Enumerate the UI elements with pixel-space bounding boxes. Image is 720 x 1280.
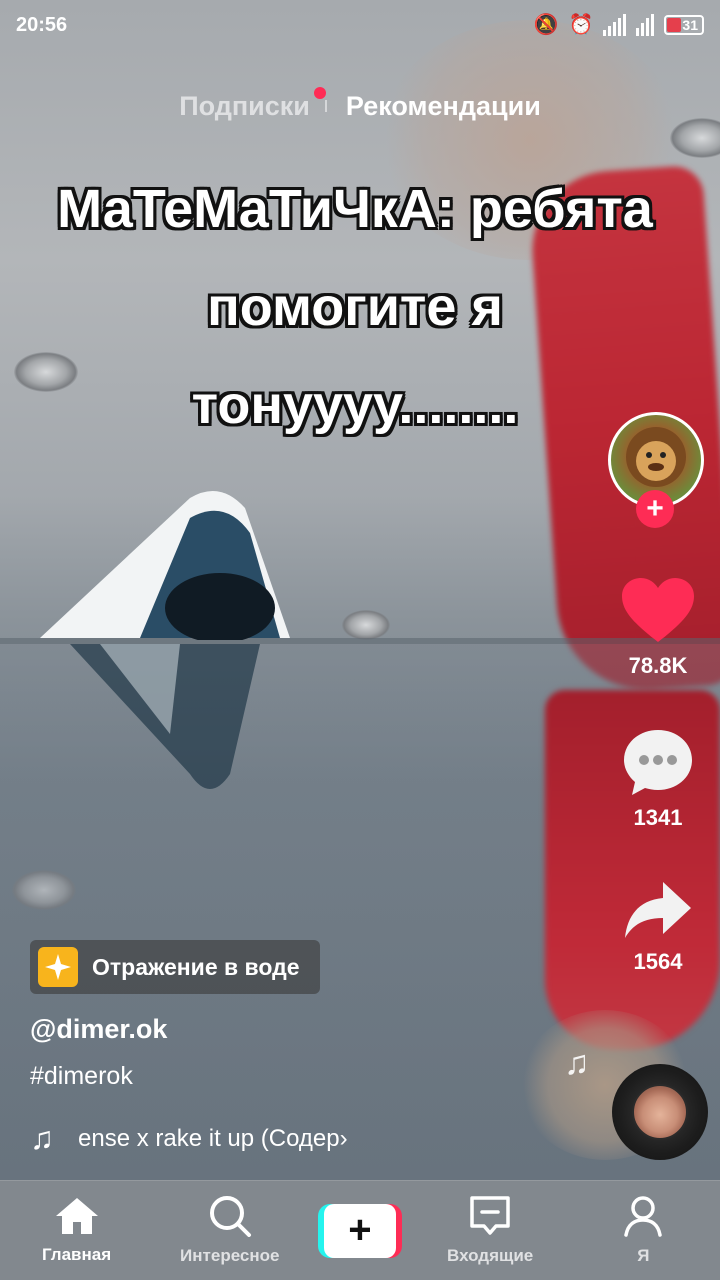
creator-avatar-group: +: [608, 412, 704, 528]
hashtag-link[interactable]: #dimerok: [30, 1062, 133, 1091]
caption-line: МаТеМаТиЧкА: ребята: [57, 179, 653, 239]
home-icon: [55, 1198, 98, 1234]
music-note-icon: ♫: [30, 1120, 54, 1156]
nav-inbox[interactable]: Входящие: [425, 1195, 555, 1266]
nav-home[interactable]: Главная: [12, 1196, 142, 1265]
comment-icon: [624, 730, 692, 795]
nav-discover-label: Интересное: [180, 1246, 280, 1265]
nav-home-label: Главная: [42, 1245, 112, 1264]
like-button[interactable]: 78.8K: [608, 578, 708, 679]
tab-divider: [325, 100, 327, 112]
nav-discover[interactable]: Интересное: [165, 1195, 295, 1266]
shark-reflection: [70, 644, 260, 789]
effect-label: Отражение в воде: [92, 953, 300, 980]
sparkle-icon: [38, 947, 78, 987]
share-count: 1564: [633, 949, 683, 974]
tab-following[interactable]: Подписки: [179, 86, 326, 122]
music-title: ense x rake it up (Содер›: [78, 1124, 348, 1152]
nav-profile-label: Я: [637, 1246, 650, 1265]
music-info[interactable]: ♫ ense x rake it up (Содер›: [30, 1120, 398, 1157]
alarm-icon: ⏰: [568, 14, 594, 36]
feed-tabs: Подписки Рекомендации: [0, 84, 720, 128]
new-content-dot: [313, 86, 326, 99]
caption-line: помогите я: [207, 277, 503, 337]
nav-inbox-label: Входящие: [447, 1246, 534, 1265]
battery-level: 31: [682, 17, 698, 33]
comment-button[interactable]: 1341: [608, 728, 708, 831]
comment-count: 1341: [633, 805, 683, 830]
like-count: 78.8K: [628, 653, 688, 678]
tab-following-label: Подписки: [179, 90, 310, 121]
video-caption-overlay: МаТеМаТиЧкА: ребята помогите я тонуууу..…: [40, 160, 670, 454]
shark-fin-image: [40, 490, 290, 640]
share-button[interactable]: 1564: [608, 880, 708, 975]
bottom-navigation: Главная Интересное + Входящие Я: [0, 1180, 720, 1280]
battery-icon: 31: [664, 15, 704, 35]
follow-button[interactable]: +: [636, 490, 674, 528]
status-bar: 20:56 🔕 ⏰ 31: [0, 0, 720, 50]
status-icons: 🔕 ⏰ 31: [534, 14, 704, 36]
signal-icon: [603, 14, 627, 36]
ceiling-light: [342, 610, 390, 640]
caption-line: тонуууу........: [191, 375, 519, 435]
effect-tag[interactable]: Отражение в воде: [30, 940, 320, 994]
tab-recommended[interactable]: Рекомендации: [346, 91, 541, 122]
author-username[interactable]: @dimer.ok: [30, 1014, 167, 1045]
mute-icon: 🔕: [533, 14, 559, 36]
floating-music-note-icon: ♫: [564, 1044, 590, 1082]
plus-icon: +: [323, 1203, 396, 1258]
music-disc-avatar: [632, 1084, 688, 1140]
nav-profile[interactable]: Я: [578, 1195, 708, 1266]
profile-icon: [624, 1196, 663, 1237]
signal-icon: [636, 14, 655, 36]
music-disc[interactable]: [612, 1064, 708, 1160]
status-time: 20:56: [16, 13, 68, 36]
share-arrow-icon: [625, 882, 691, 938]
create-button[interactable]: +: [317, 1203, 402, 1258]
search-icon: [209, 1196, 251, 1237]
inbox-icon: [470, 1196, 510, 1235]
heart-icon: [622, 578, 694, 642]
